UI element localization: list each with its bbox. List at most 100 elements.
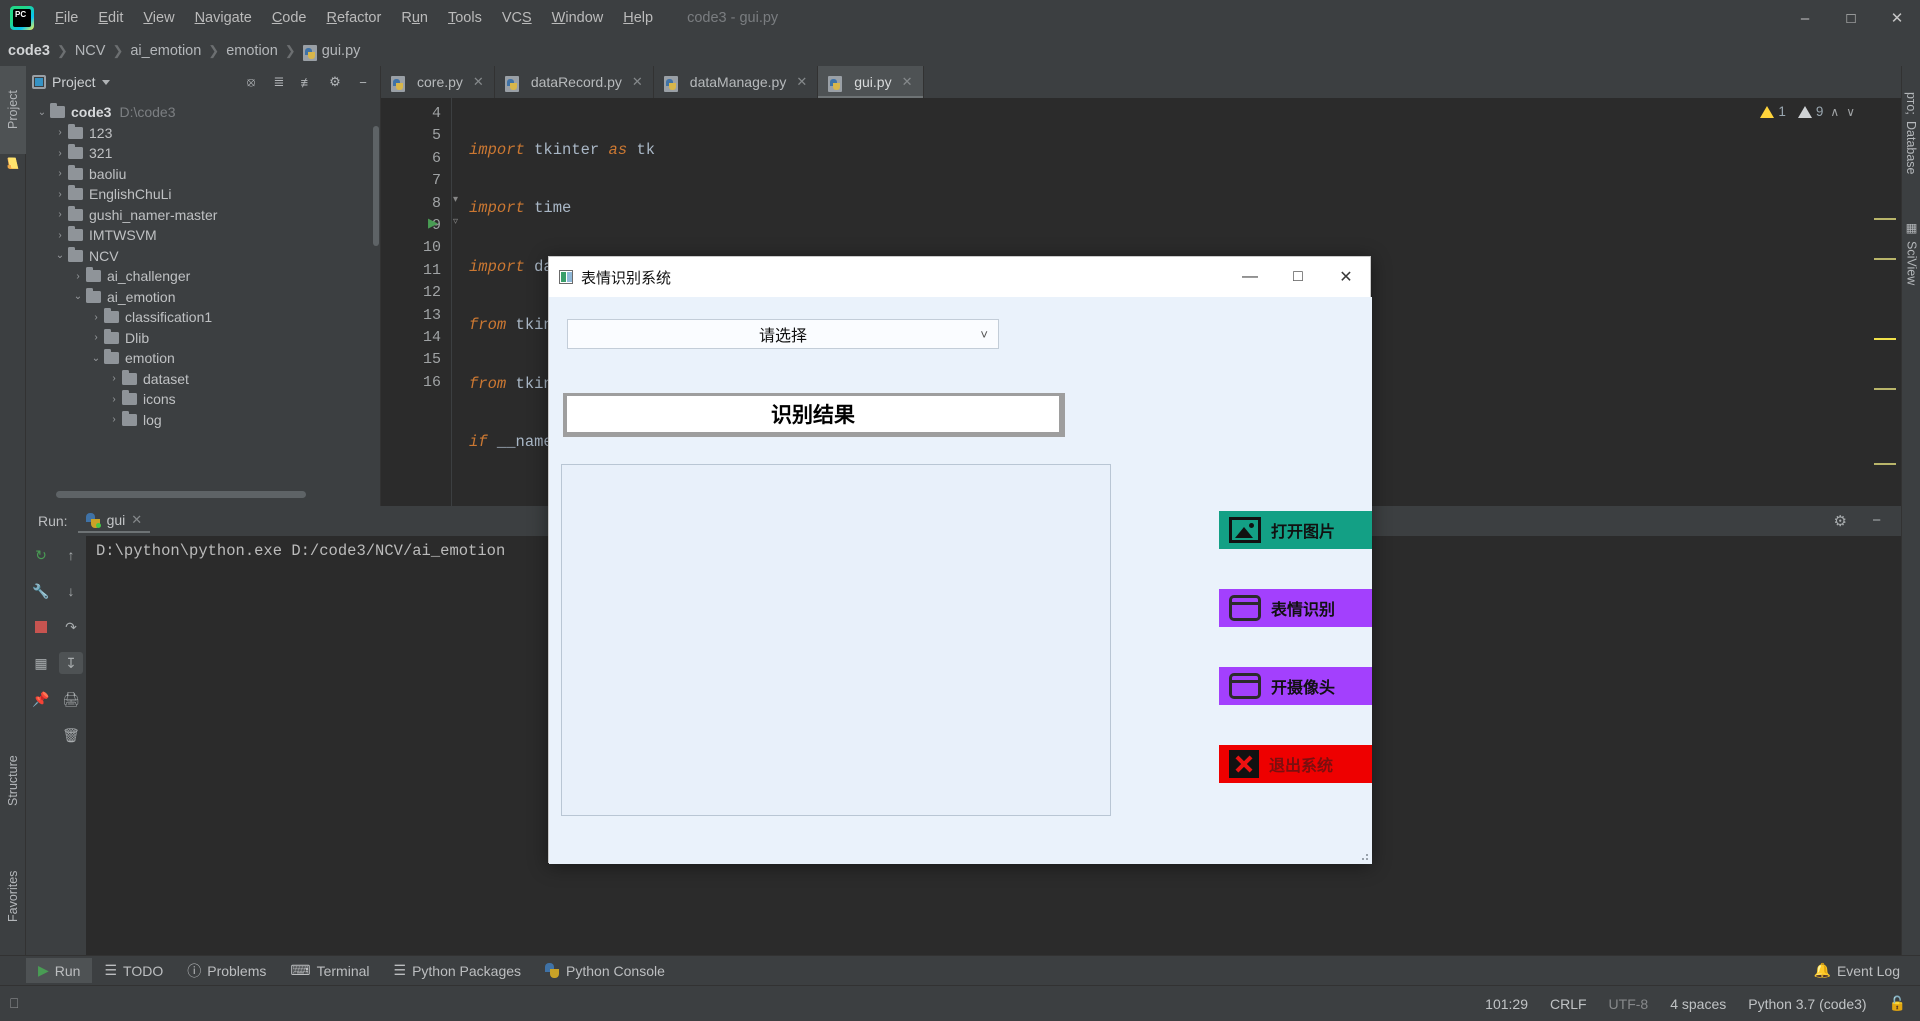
prev-problem-icon[interactable]: ∧ [1830, 105, 1839, 119]
tree-item[interactable]: ⌄ emotion [26, 348, 380, 369]
resize-grip[interactable] [1358, 850, 1368, 860]
show-tool-windows-icon[interactable]: ⎕ [10, 995, 18, 1012]
tree-item[interactable]: › log [26, 410, 380, 431]
chevron-right-icon[interactable]: › [52, 209, 68, 220]
stop-icon[interactable] [29, 616, 53, 638]
fold-icon[interactable]: ▾ [453, 194, 458, 205]
next-problem-icon[interactable]: ∨ [1846, 105, 1855, 119]
project-vscrollbar[interactable] [373, 126, 379, 246]
menu-item-code[interactable]: Code [262, 6, 317, 30]
menu-item-help[interactable]: Help [613, 6, 663, 30]
editor-tab[interactable]: dataRecord.py ✕ [495, 66, 654, 98]
tree-item[interactable]: › 123 [26, 123, 380, 144]
breadcrumb-item-2[interactable]: ai_emotion [130, 43, 201, 59]
bottom-tab-python-console[interactable]: Python Console [533, 959, 677, 983]
tree-item[interactable]: › dataset [26, 369, 380, 390]
bottom-tab-terminal[interactable]: ⌨ Terminal [278, 958, 381, 983]
tree-item[interactable]: › IMTWSVM [26, 225, 380, 246]
editor-tab[interactable]: dataManage.py ✕ [654, 66, 819, 98]
sidebar-item-database[interactable]: ртo; Database [1902, 82, 1920, 184]
chevron-right-icon[interactable]: › [52, 148, 68, 159]
rerun-icon[interactable]: ↻ [29, 544, 53, 566]
chevron-right-icon[interactable]: › [52, 189, 68, 200]
breadcrumb-item-3[interactable]: emotion [226, 43, 278, 59]
inspection-widget[interactable]: 1 9 ∧ ∨ [1760, 104, 1855, 119]
chevron-right-icon[interactable]: › [106, 414, 122, 425]
indent-setting[interactable]: 4 spaces [1670, 996, 1726, 1012]
dialog-minimize-button[interactable]: — [1226, 257, 1274, 297]
up-arrow-icon[interactable]: ↑ [59, 544, 83, 566]
menu-item-window[interactable]: Window [542, 6, 614, 30]
chevron-down-icon[interactable] [101, 79, 110, 85]
chevron-down-icon[interactable]: ⌄ [70, 291, 86, 302]
locate-icon[interactable]: ⦻ [240, 74, 262, 90]
menu-item-navigate[interactable]: Navigate [185, 6, 262, 30]
bottom-tab-run[interactable]: ▶ Run [26, 958, 93, 983]
print-icon[interactable]: 🖨 [59, 688, 83, 710]
image-preview-canvas[interactable] [561, 464, 1111, 816]
dialog-close-button[interactable]: ✕ [1322, 257, 1370, 297]
scroll-to-end-icon[interactable]: ↧ [59, 652, 83, 674]
menu-item-file[interactable]: FFileile [45, 6, 88, 30]
chevron-down-icon[interactable]: ⌄ [52, 250, 68, 261]
chevron-right-icon[interactable]: › [88, 312, 104, 323]
sidebar-item-project[interactable]: Project [0, 66, 26, 154]
editor-tab[interactable]: gui.py ✕ [818, 66, 924, 98]
close-icon[interactable]: ✕ [632, 74, 643, 90]
layout-icon[interactable]: ▦ [29, 652, 53, 674]
expand-all-icon[interactable]: ≣ [268, 74, 290, 90]
wrench-icon[interactable]: 🔧 [29, 580, 53, 602]
chevron-right-icon[interactable]: › [106, 394, 122, 405]
menu-item-view[interactable]: View [133, 6, 184, 30]
menu-item-run[interactable]: Run [391, 6, 438, 30]
chevron-right-icon[interactable]: › [52, 168, 68, 179]
tree-item[interactable]: › Dlib [26, 328, 380, 349]
breadcrumb-item-0[interactable]: code3 [8, 43, 50, 59]
python-interpreter[interactable]: Python 3.7 (code3) [1748, 996, 1866, 1012]
sidebar-item-sciview[interactable]: ▦ SciView [1902, 210, 1920, 295]
caret-position[interactable]: 101:29 [1485, 996, 1528, 1012]
line-separator[interactable]: CRLF [1550, 996, 1587, 1012]
chevron-down-icon[interactable]: ⌄ [34, 107, 50, 118]
tree-item[interactable]: › baoliu [26, 164, 380, 185]
minimize-button[interactable]: – [1782, 0, 1828, 36]
trash-icon[interactable]: 🗑 [59, 724, 83, 746]
settings-gear-icon[interactable]: ⚙ [324, 74, 346, 90]
tree-item[interactable]: › 321 [26, 143, 380, 164]
close-icon[interactable]: ✕ [902, 74, 913, 90]
tree-item[interactable]: ⌄ NCV [26, 246, 380, 267]
close-icon[interactable]: ✕ [796, 74, 807, 90]
chevron-right-icon[interactable]: › [52, 230, 68, 241]
tree-item[interactable]: ⌄ ai_emotion [26, 287, 380, 308]
inspection-sidebar[interactable] [1861, 98, 1901, 506]
bottom-tab-problems[interactable]: ⓘ Problems [175, 957, 278, 985]
close-icon[interactable]: ✕ [473, 74, 484, 90]
run-tab-gui[interactable]: gui ✕ [77, 509, 151, 533]
down-arrow-icon[interactable]: ↓ [59, 580, 83, 602]
tree-item[interactable]: › ai_challenger [26, 266, 380, 287]
hide-panel-icon[interactable]: − [352, 75, 374, 90]
run-settings-gear-icon[interactable]: ⚙ [1834, 512, 1847, 530]
file-encoding[interactable]: UTF-8 [1609, 996, 1649, 1012]
editor-tab[interactable]: core.py ✕ [381, 66, 495, 98]
tree-item[interactable]: › icons [26, 389, 380, 410]
menu-item-refactor[interactable]: Refactor [317, 6, 392, 30]
tree-item[interactable]: › gushi_namer-master [26, 205, 380, 226]
fold-icon[interactable]: ▿ [453, 216, 458, 227]
breadcrumb-item-1[interactable]: NCV [75, 43, 106, 59]
collapse-all-icon[interactable]: ≢ [296, 75, 318, 90]
tree-item[interactable]: ⌄ code3 D:\code3 [26, 102, 380, 123]
menu-item-tools[interactable]: Tools [438, 6, 492, 30]
pin-icon[interactable]: 📌 [29, 688, 53, 710]
open-image-button[interactable]: 打开图片 [1219, 511, 1372, 549]
chevron-right-icon[interactable]: › [70, 271, 86, 282]
event-log-button[interactable]: 🔔 Event Log [1814, 962, 1901, 979]
tree-item[interactable]: › EnglishChuLi [26, 184, 380, 205]
run-gutter-icon[interactable]: ▶ [428, 215, 438, 231]
menu-item-edit[interactable]: Edit [88, 6, 133, 30]
chevron-right-icon[interactable]: › [88, 332, 104, 343]
breadcrumb-item-4[interactable]: gui.py [322, 43, 361, 59]
bottom-tab-python-packages[interactable]: ☰ Python Packages [382, 958, 534, 983]
lock-icon[interactable]: 🔓 [1889, 995, 1906, 1012]
menu-item-vcs[interactable]: VCS [492, 6, 542, 30]
